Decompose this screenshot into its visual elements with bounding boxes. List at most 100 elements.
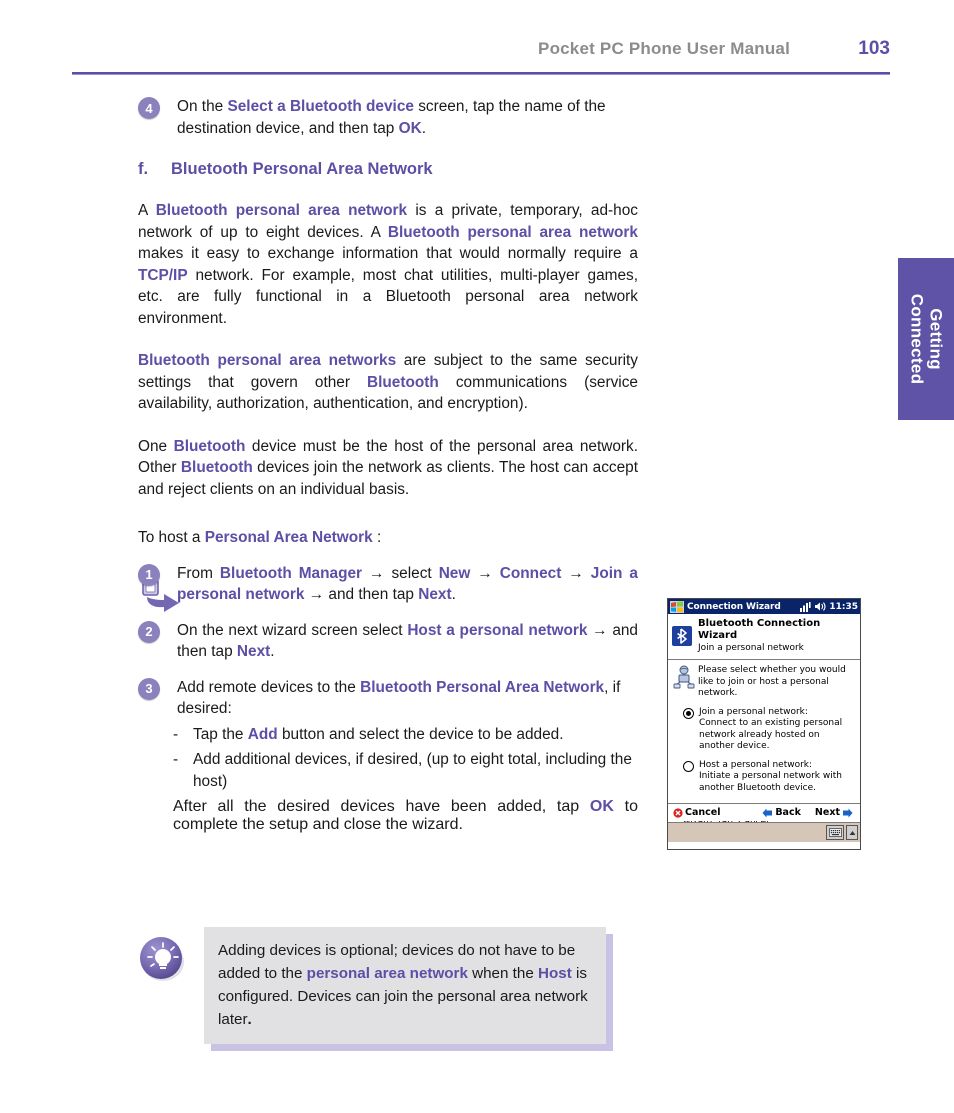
accent-term: Bluetooth <box>173 437 246 455</box>
windows-start-icon[interactable] <box>670 600 684 613</box>
accent-term: Bluetooth personal area network <box>155 202 408 219</box>
text-fragment: Add remote devices to the <box>177 678 361 696</box>
paragraph-3: One Bluetooth device must be the host of… <box>138 436 638 501</box>
pda-app-subtitle: Join a personal network <box>698 643 804 653</box>
accent-term: Add <box>247 725 278 743</box>
accent-term: Bluetooth Manager <box>219 564 363 582</box>
section-heading: f. Bluetooth Personal Area Network <box>138 160 638 179</box>
text-fragment: button and select the device to be added… <box>277 725 564 743</box>
text-fragment: To host a <box>138 529 205 546</box>
network-wizard-icon <box>673 665 695 689</box>
dash-marker: - <box>173 751 179 768</box>
keyboard-icon[interactable] <box>826 825 844 840</box>
radio-button-icon[interactable] <box>683 760 694 772</box>
header-divider <box>72 72 890 75</box>
pda-next-button[interactable]: Next <box>815 807 853 819</box>
accent-term: Connect <box>499 564 562 582</box>
step-text: On the Select a Bluetooth device screen,… <box>177 96 638 139</box>
text-fragment: Tap the <box>193 725 248 743</box>
text-fragment: and then tap <box>328 586 419 603</box>
text-fragment: On the next wizard screen select <box>177 621 408 639</box>
main-content: 4 On the Select a Bluetooth device scree… <box>138 96 638 834</box>
back-arrow-icon <box>762 808 773 817</box>
accent-term: Select a Bluetooth device <box>227 98 414 115</box>
page-header: Pocket PC Phone User Manual 103 <box>72 38 890 60</box>
accent-term: Personal Area Network <box>204 529 373 546</box>
accent-term: Bluetooth Personal Area Network <box>360 678 605 696</box>
cancel-icon <box>673 807 683 818</box>
step-item-1: 1 From Bluetooth Manager → select New → … <box>138 563 638 606</box>
page-title: Pocket PC Phone User Manual <box>538 39 790 58</box>
signal-bars-icon[interactable] <box>800 601 811 612</box>
pda-screenshot-figure: Connection Wizard 11:35 Bluetooth Connec… <box>667 598 861 850</box>
pda-option-text: Host a personal network: Initiate a pers… <box>699 760 854 795</box>
next-arrow-icon <box>843 808 853 817</box>
sub-bullet-text: Tap the Add button and select the device… <box>193 724 638 746</box>
accent-term: Host <box>538 965 572 982</box>
text-fragment: One <box>138 437 174 455</box>
pda-sip-bar <box>668 822 860 842</box>
accent-term: Next <box>418 586 452 603</box>
section-title: Bluetooth Personal Area Network <box>171 160 433 178</box>
text-fragment: After all the desired devices have been … <box>173 798 590 815</box>
arrow-glyph: → <box>304 586 329 603</box>
section-tab-label: Getting Connected <box>907 294 945 385</box>
paragraph-2: Bluetooth personal area networks are sub… <box>138 350 638 415</box>
accent-term: TCP/IP <box>138 266 188 284</box>
pda-option-text: Join a personal network: Connect to an e… <box>699 707 854 753</box>
text-fragment: From <box>177 564 220 582</box>
sub-bullet-2: - Add additional devices, if desired, (u… <box>173 749 638 792</box>
accent-term: Bluetooth <box>367 373 439 391</box>
accent-term: personal area network <box>306 965 468 982</box>
section-letter: f. <box>138 160 149 178</box>
step-text: Add remote devices to the Bluetooth Pers… <box>177 677 638 720</box>
pda-cancel-label: Cancel <box>685 806 721 818</box>
step-badge: 1 <box>138 563 160 586</box>
arrow-glyph: → <box>362 564 392 582</box>
text-fragment: select <box>391 564 439 582</box>
pda-radio-option-host[interactable]: Host a personal network: Initiate a pers… <box>673 760 854 795</box>
pda-radio-option-join[interactable]: Join a personal network: Connect to an e… <box>673 707 854 753</box>
step-item-2: 2 On the next wizard screen select Host … <box>138 620 638 663</box>
lightbulb-icon <box>138 935 186 983</box>
pda-cancel-button[interactable]: Cancel <box>673 807 720 819</box>
arrow-glyph: → <box>587 621 613 639</box>
step-3-closing-text: After all the desired devices have been … <box>173 798 638 834</box>
speaker-icon[interactable] <box>814 601 826 612</box>
accent-term: Host a personal network <box>407 621 588 639</box>
note-box-text: Adding devices is optional; devices do n… <box>204 927 606 1044</box>
document-page: Pocket PC Phone User Manual 103 Getting … <box>0 0 954 1113</box>
page-number: 103 <box>858 38 890 59</box>
accent-term: OK <box>398 119 422 137</box>
section-tab-getting-connected: Getting Connected <box>898 258 954 420</box>
pda-app-header: Bluetooth Connection Wizard Join a perso… <box>668 614 860 660</box>
text-fragment: . <box>247 1011 252 1028</box>
step-item-3: 3 Add remote devices to the Bluetooth Pe… <box>138 677 638 720</box>
step-text: From Bluetooth Manager → select New → Co… <box>177 563 638 606</box>
host-intro-line: To host a Personal Area Network : <box>138 527 638 549</box>
text-fragment: makes it easy to exchange information th… <box>138 245 638 262</box>
radio-button-icon[interactable] <box>683 707 694 719</box>
text-fragment: A <box>138 202 156 219</box>
text-fragment: . <box>451 586 456 603</box>
pda-back-label: Back <box>775 806 801 818</box>
pda-option-label: Host a personal network: <box>699 759 813 770</box>
arrow-glyph: → <box>470 564 500 582</box>
accent-term: Next <box>236 643 271 660</box>
pda-prompt: Please select whether you would like to … <box>673 665 854 700</box>
section-tab-line-2: Connected <box>907 293 927 385</box>
pda-back-button[interactable]: Back <box>762 807 801 819</box>
paragraph-1: A Bluetooth personal area network is a p… <box>138 200 638 329</box>
step-badge: 2 <box>138 620 160 643</box>
accent-term: Bluetooth personal area networks <box>138 352 397 369</box>
text-fragment: . <box>421 119 426 137</box>
chevron-up-icon[interactable] <box>846 825 858 840</box>
accent-term: Bluetooth <box>180 459 253 476</box>
pda-clock: 11:35 <box>829 601 858 612</box>
text-fragment: On the <box>177 98 228 115</box>
